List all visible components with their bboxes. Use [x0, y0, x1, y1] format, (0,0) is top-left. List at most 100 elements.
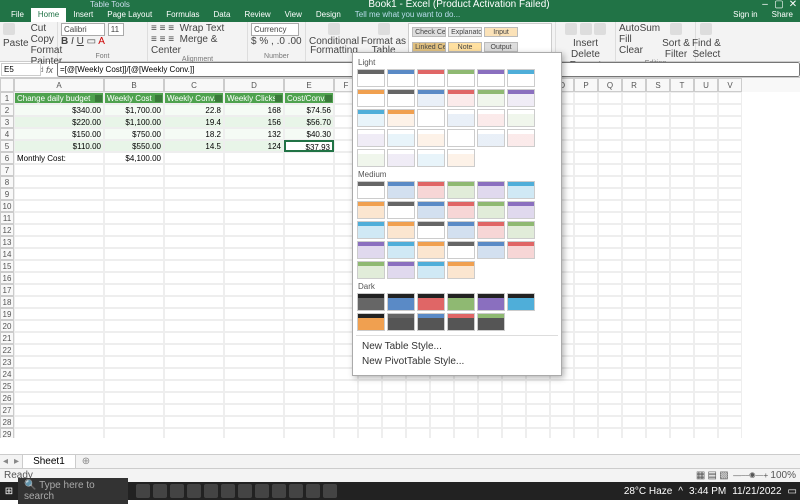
- cell[interactable]: [622, 356, 646, 368]
- filter-dropdown-icon[interactable]: [275, 95, 282, 102]
- cell[interactable]: [718, 296, 742, 308]
- cell[interactable]: [718, 320, 742, 332]
- cell[interactable]: [164, 248, 224, 260]
- cell[interactable]: [478, 416, 502, 428]
- cell[interactable]: [550, 392, 574, 404]
- cell[interactable]: [670, 356, 694, 368]
- name-box[interactable]: [1, 63, 41, 76]
- cell[interactable]: [164, 356, 224, 368]
- notifications-icon[interactable]: ▭: [788, 486, 797, 497]
- row-header[interactable]: 3: [0, 116, 14, 128]
- cell[interactable]: [622, 284, 646, 296]
- cell[interactable]: 22.8: [164, 104, 224, 116]
- cell[interactable]: $56.70: [284, 116, 334, 128]
- cell[interactable]: [502, 380, 526, 392]
- cell[interactable]: [14, 164, 104, 176]
- column-header[interactable]: V: [718, 78, 742, 92]
- column-header[interactable]: A: [14, 78, 104, 92]
- cell[interactable]: [646, 272, 670, 284]
- table-style-swatch[interactable]: [387, 313, 415, 331]
- row-header[interactable]: 12: [0, 224, 14, 236]
- cell[interactable]: 14.5: [164, 140, 224, 152]
- cell[interactable]: [646, 320, 670, 332]
- cell[interactable]: [646, 428, 670, 438]
- cell[interactable]: [646, 356, 670, 368]
- cell[interactable]: [284, 392, 334, 404]
- cell[interactable]: $1,100.00: [104, 116, 164, 128]
- table-style-swatch[interactable]: [477, 129, 505, 147]
- table-style-swatch[interactable]: [507, 69, 535, 87]
- cell[interactable]: [646, 176, 670, 188]
- select-all-corner[interactable]: [0, 78, 14, 92]
- table-style-swatch[interactable]: [357, 201, 385, 219]
- cell[interactable]: [164, 176, 224, 188]
- cell[interactable]: [694, 188, 718, 200]
- cell[interactable]: [14, 188, 104, 200]
- cell[interactable]: [694, 164, 718, 176]
- tell-me[interactable]: Tell me what you want to do...: [348, 8, 467, 22]
- cell[interactable]: [598, 212, 622, 224]
- cell[interactable]: [104, 224, 164, 236]
- table-style-swatch[interactable]: [477, 293, 505, 311]
- table-style-swatch[interactable]: [417, 201, 445, 219]
- cell[interactable]: [622, 260, 646, 272]
- cell[interactable]: Cost/Conv.: [284, 92, 334, 104]
- cell[interactable]: [454, 380, 478, 392]
- row-header[interactable]: 11: [0, 212, 14, 224]
- cell[interactable]: [622, 416, 646, 428]
- cell[interactable]: [478, 428, 502, 438]
- row-header[interactable]: 2: [0, 104, 14, 116]
- table-style-swatch[interactable]: [357, 221, 385, 239]
- table-style-swatch[interactable]: [387, 181, 415, 199]
- cell[interactable]: [646, 404, 670, 416]
- cell[interactable]: [550, 404, 574, 416]
- cell[interactable]: [646, 164, 670, 176]
- cell[interactable]: [502, 392, 526, 404]
- cell[interactable]: [694, 356, 718, 368]
- find-select-icon[interactable]: [700, 23, 712, 35]
- cell[interactable]: [478, 380, 502, 392]
- cell[interactable]: [164, 344, 224, 356]
- cell[interactable]: [284, 164, 334, 176]
- cell[interactable]: [454, 416, 478, 428]
- insert-cells-button[interactable]: Insert: [573, 38, 598, 49]
- tab-file[interactable]: File: [4, 8, 31, 22]
- cell[interactable]: [164, 296, 224, 308]
- cell[interactable]: [224, 260, 284, 272]
- cell[interactable]: [574, 104, 598, 116]
- table-style-swatch[interactable]: [417, 69, 445, 87]
- cell[interactable]: $340.00: [14, 104, 104, 116]
- cell[interactable]: [598, 392, 622, 404]
- cell[interactable]: [694, 308, 718, 320]
- row-header[interactable]: 29: [0, 428, 14, 438]
- table-style-swatch[interactable]: [417, 261, 445, 279]
- table-style-swatch[interactable]: [447, 221, 475, 239]
- tab-page-layout[interactable]: Page Layout: [100, 8, 159, 22]
- cell[interactable]: [224, 416, 284, 428]
- cell[interactable]: [622, 200, 646, 212]
- cell[interactable]: [224, 332, 284, 344]
- cell[interactable]: [14, 296, 104, 308]
- cell[interactable]: [646, 248, 670, 260]
- cell[interactable]: [622, 428, 646, 438]
- table-style-swatch[interactable]: [507, 293, 535, 311]
- cell[interactable]: [646, 212, 670, 224]
- cell[interactable]: [104, 284, 164, 296]
- cell[interactable]: [598, 224, 622, 236]
- row-header[interactable]: 18: [0, 296, 14, 308]
- cell[interactable]: Weekly Conv.: [164, 92, 224, 104]
- table-style-swatch[interactable]: [387, 129, 415, 147]
- cell[interactable]: [646, 92, 670, 104]
- cell[interactable]: [646, 380, 670, 392]
- view-pagelayout-icon[interactable]: ▤: [708, 470, 717, 481]
- table-style-swatch[interactable]: [387, 261, 415, 279]
- taskbar-apps[interactable]: [136, 484, 337, 498]
- cell[interactable]: [526, 380, 550, 392]
- cell[interactable]: [622, 344, 646, 356]
- tab-insert[interactable]: Insert: [66, 8, 100, 22]
- tab-data[interactable]: Data: [207, 8, 238, 22]
- cell[interactable]: [622, 368, 646, 380]
- cell[interactable]: [284, 428, 334, 438]
- cell[interactable]: [694, 212, 718, 224]
- row-header[interactable]: 13: [0, 236, 14, 248]
